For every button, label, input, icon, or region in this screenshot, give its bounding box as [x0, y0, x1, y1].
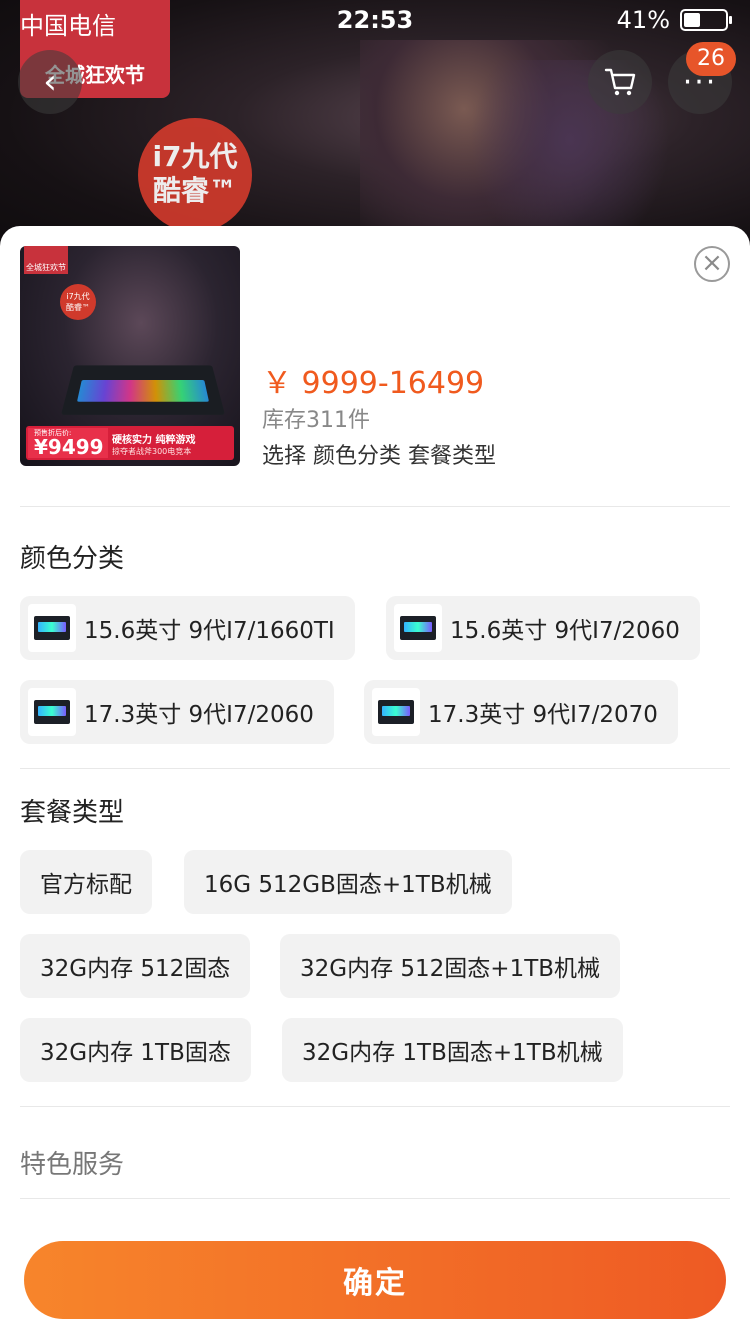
- message-count-badge: 26: [686, 42, 736, 76]
- thumb-promo-badge: 全城狂欢节: [24, 246, 68, 274]
- status-bar: 中国电信 22:53 41%: [0, 0, 750, 40]
- close-button[interactable]: ×: [694, 246, 730, 282]
- thumb-banner-line2: 掠夺者战斧300电竞本: [112, 447, 192, 456]
- package-option[interactable]: 32G内存 512固态+1TB机械: [280, 934, 621, 998]
- thumb-cpu-line1: i7九代: [66, 292, 90, 301]
- package-section-title: 套餐类型: [20, 798, 125, 828]
- back-button[interactable]: ‹: [18, 50, 82, 114]
- color-option[interactable]: 17.3英寸 9代I7/2070: [364, 680, 678, 744]
- color-option-label: 17.3英寸 9代I7/2070: [428, 702, 658, 728]
- thumb-price-label: 预售折后价:: [34, 429, 72, 437]
- confirm-button[interactable]: 确定: [24, 1241, 726, 1319]
- package-option[interactable]: 16G 512GB固态+1TB机械: [184, 850, 512, 914]
- cart-button[interactable]: [588, 50, 652, 114]
- laptop-thumbnail-icon: [372, 688, 420, 736]
- color-option-label: 15.6英寸 9代I7/1660TI: [84, 618, 335, 644]
- package-option[interactable]: 32G内存 512固态: [20, 934, 251, 998]
- battery-icon: [680, 9, 732, 31]
- package-option[interactable]: 官方标配: [20, 850, 152, 914]
- laptop-thumbnail-icon: [28, 604, 76, 652]
- cpu-badge: i7九代 酷睿™: [138, 118, 252, 232]
- package-option[interactable]: 32G内存 1TB固态+1TB机械: [282, 1018, 623, 1082]
- cart-icon: [604, 68, 636, 96]
- divider: [20, 506, 730, 507]
- color-option[interactable]: 15.6英寸 9代I7/2060: [386, 596, 700, 660]
- selection-hint: 选择 颜色分类 套餐类型: [262, 444, 496, 469]
- battery-percent: 41%: [616, 6, 670, 34]
- divider: [20, 1198, 730, 1199]
- cpu-badge-line2: 酷睿™: [152, 174, 237, 207]
- status-right: 41%: [616, 6, 732, 34]
- thumb-laptop-image: [60, 365, 226, 415]
- thumb-cpu-badge: i7九代 酷睿™: [60, 284, 96, 320]
- color-option[interactable]: 17.3英寸 9代I7/2060: [20, 680, 334, 744]
- package-option[interactable]: 32G内存 1TB固态: [20, 1018, 251, 1082]
- divider: [20, 768, 730, 769]
- sku-selection-sheet: × 全城狂欢节 i7九代 酷睿™ ¥9499 预售折后价: 硬核实力 纯粹游戏 …: [0, 226, 750, 1334]
- color-option[interactable]: 15.6英寸 9代I7/1660TI: [20, 596, 355, 660]
- service-section-title: 特色服务: [20, 1150, 125, 1180]
- laptop-thumbnail-icon: [28, 688, 76, 736]
- product-thumbnail: 全城狂欢节 i7九代 酷睿™ ¥9499 预售折后价: 硬核实力 纯粹游戏 掠夺…: [20, 246, 240, 466]
- color-section-title: 颜色分类: [20, 544, 125, 574]
- thumb-cpu-line2: 酷睿™: [66, 303, 90, 312]
- divider: [20, 1106, 730, 1107]
- color-option-label: 15.6英寸 9代I7/2060: [450, 618, 680, 644]
- product-price: ￥ 9999-16499: [262, 366, 485, 401]
- laptop-thumbnail-icon: [394, 604, 442, 652]
- color-option-label: 17.3英寸 9代I7/2060: [84, 702, 314, 728]
- back-arrow-icon: ‹: [43, 62, 57, 102]
- cpu-badge-line1: i7九代: [152, 140, 238, 173]
- thumb-banner-line1: 硬核实力 纯粹游戏: [112, 435, 196, 446]
- close-icon: ×: [701, 248, 723, 278]
- stock-count: 库存311件: [262, 408, 370, 433]
